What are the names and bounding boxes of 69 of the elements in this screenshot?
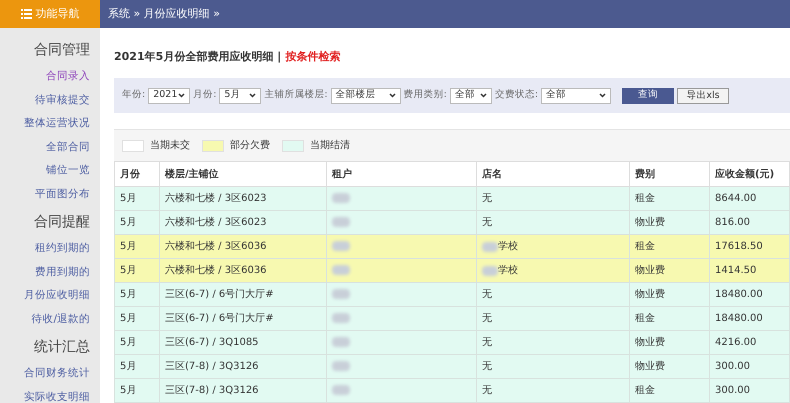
dropdown[interactable]: 全部楼层: [330, 88, 401, 104]
breadcrumb: 系统 » 月份应收明细 »: [108, 6, 220, 22]
sidebar-link[interactable]: 合同财务统计: [24, 366, 90, 390]
filter-label: 月份:: [193, 88, 216, 102]
sidebar-title: 功能导航: [36, 6, 80, 22]
sidebar-link[interactable]: 整体运营状况: [24, 116, 90, 140]
table-cell-text: 无: [482, 312, 492, 326]
chevron-icon: [388, 93, 396, 98]
table-cell-text: 无: [482, 216, 492, 230]
dropdown[interactable]: 全部: [541, 88, 612, 104]
blurred-text: [482, 242, 498, 252]
column-header: 店名: [476, 162, 630, 186]
sidebar-heading: 合同管理: [34, 41, 90, 60]
column-header: 楼层/主铺位: [160, 162, 326, 186]
page-title: 2021年5月份全部费用应收明细: [114, 48, 274, 65]
blurred-text: [332, 313, 350, 324]
filter-label: 年份:: [122, 88, 146, 102]
sidebar-heading: 合同提醒: [34, 213, 90, 232]
dropdown[interactable]: 5月: [219, 88, 262, 104]
column-header: 月份: [114, 162, 160, 186]
sidebar-link[interactable]: 实际收支明细: [24, 390, 90, 403]
table-cell-text: 无: [482, 192, 492, 206]
filter-label: 交费状态:: [494, 88, 538, 102]
chevron-icon: [178, 93, 186, 98]
query-button[interactable]: 查询: [622, 88, 674, 104]
export-button[interactable]: 导出xls: [677, 88, 730, 104]
blurred-text: [332, 289, 350, 300]
blurred-text: [332, 241, 350, 252]
table-cell-text: 无: [482, 336, 492, 350]
legend-label: 部分欠费: [230, 138, 270, 153]
sidebar-link[interactable]: 待审核提交: [35, 92, 90, 116]
table-cell-text: 无: [482, 384, 492, 398]
table-cell-text: 无: [482, 288, 492, 302]
separator: |: [277, 48, 282, 65]
dropdown[interactable]: 全部: [450, 88, 492, 104]
blurred-text: [332, 265, 350, 276]
column-header: 租户: [326, 162, 476, 186]
blurred-text: [332, 217, 350, 228]
table-cell: 5月: [114, 378, 160, 402]
sidebar-link[interactable]: 全部合同: [46, 140, 90, 163]
sidebar-link[interactable]: 费用到期的: [35, 264, 90, 288]
blurred-text: [332, 193, 350, 204]
sidebar-link[interactable]: 租约到期的: [35, 241, 90, 264]
filter-label: 费用类别:: [404, 88, 447, 102]
table-cell: 三区(7-8) / 3Q3126: [160, 378, 326, 402]
sidebar-link[interactable]: 月份应收明细: [24, 288, 90, 312]
filter-label: 主辅所属楼层:: [264, 88, 328, 102]
legend-label: 当期未交: [150, 138, 190, 153]
chevron-icon: [249, 93, 256, 98]
legend-label: 当期结清: [310, 138, 350, 153]
blurred-text: [332, 361, 350, 372]
table-cell: 300.00: [710, 378, 790, 402]
sidebar-heading: 统计汇总: [34, 338, 90, 357]
table-cell-text: 学校: [498, 264, 518, 278]
chevron-icon: [599, 93, 606, 98]
menu-icon: [20, 9, 32, 19]
table-cell-text: 无: [482, 360, 492, 374]
sidebar-link[interactable]: 待收/退款的: [31, 312, 90, 335]
sidebar-link[interactable]: 铺位一览: [46, 163, 90, 186]
blurred-text: [332, 385, 350, 396]
table-cell: 租金: [630, 378, 710, 402]
blurred-text: [482, 266, 498, 276]
sidebar-link[interactable]: 合同录入: [46, 69, 90, 92]
table-cell-text: 学校: [498, 240, 518, 254]
sidebar-link[interactable]: 平面图分布: [35, 186, 90, 210]
blurred-text: [332, 337, 350, 348]
chevron-icon: [480, 93, 487, 98]
dropdown[interactable]: 2021: [148, 88, 190, 104]
search-link[interactable]: 按条件检索: [285, 48, 340, 66]
